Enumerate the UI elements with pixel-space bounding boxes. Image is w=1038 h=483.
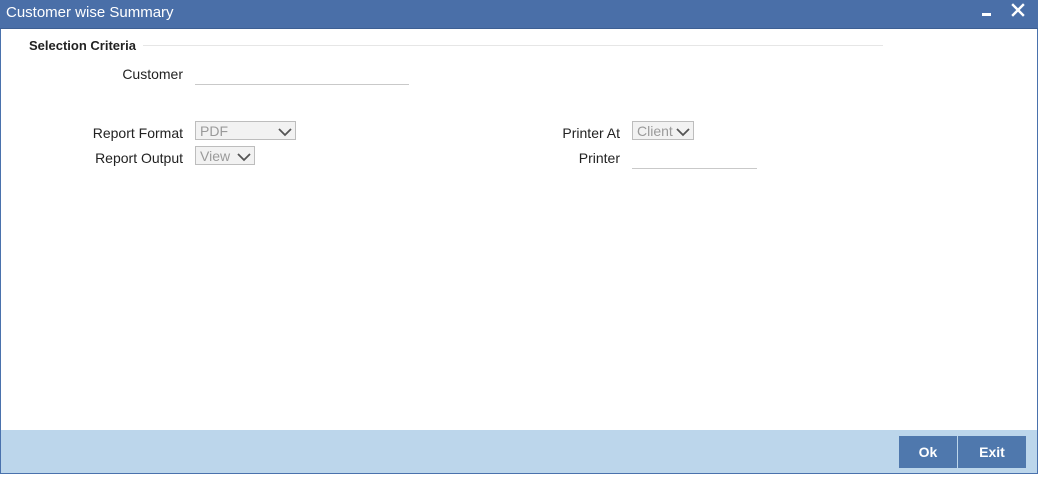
chevron-down-icon <box>278 124 292 142</box>
ok-button[interactable]: Ok <box>899 436 957 468</box>
title-bar: Customer wise Summary <box>0 0 1038 29</box>
chevron-down-icon <box>676 124 690 142</box>
minimize-icon[interactable] <box>976 2 996 22</box>
printer-at-select[interactable]: Client <box>632 121 694 140</box>
report-output-label: Report Output <box>95 150 183 166</box>
footer-bar <box>1 430 1037 473</box>
exit-button[interactable]: Exit <box>958 436 1026 468</box>
customer-label: Customer <box>122 66 183 82</box>
printer-at-value: Client <box>637 123 673 139</box>
window-title: Customer wise Summary <box>6 4 174 21</box>
section-title: Selection Criteria <box>29 38 136 53</box>
printer-at-label: Printer At <box>562 125 620 141</box>
report-format-label: Report Format <box>92 125 183 141</box>
report-output-value: View <box>200 148 231 164</box>
printer-label: Printer <box>578 150 620 166</box>
chevron-down-icon <box>237 149 251 167</box>
report-format-value: PDF <box>200 123 228 139</box>
close-icon[interactable] <box>1008 2 1028 22</box>
bottom-strip <box>0 474 1038 483</box>
report-format-select[interactable]: PDF <box>195 121 296 140</box>
printer-input[interactable] <box>632 146 757 169</box>
customer-input[interactable] <box>195 62 409 85</box>
section-divider <box>143 45 883 46</box>
report-output-select[interactable]: View <box>195 146 255 165</box>
